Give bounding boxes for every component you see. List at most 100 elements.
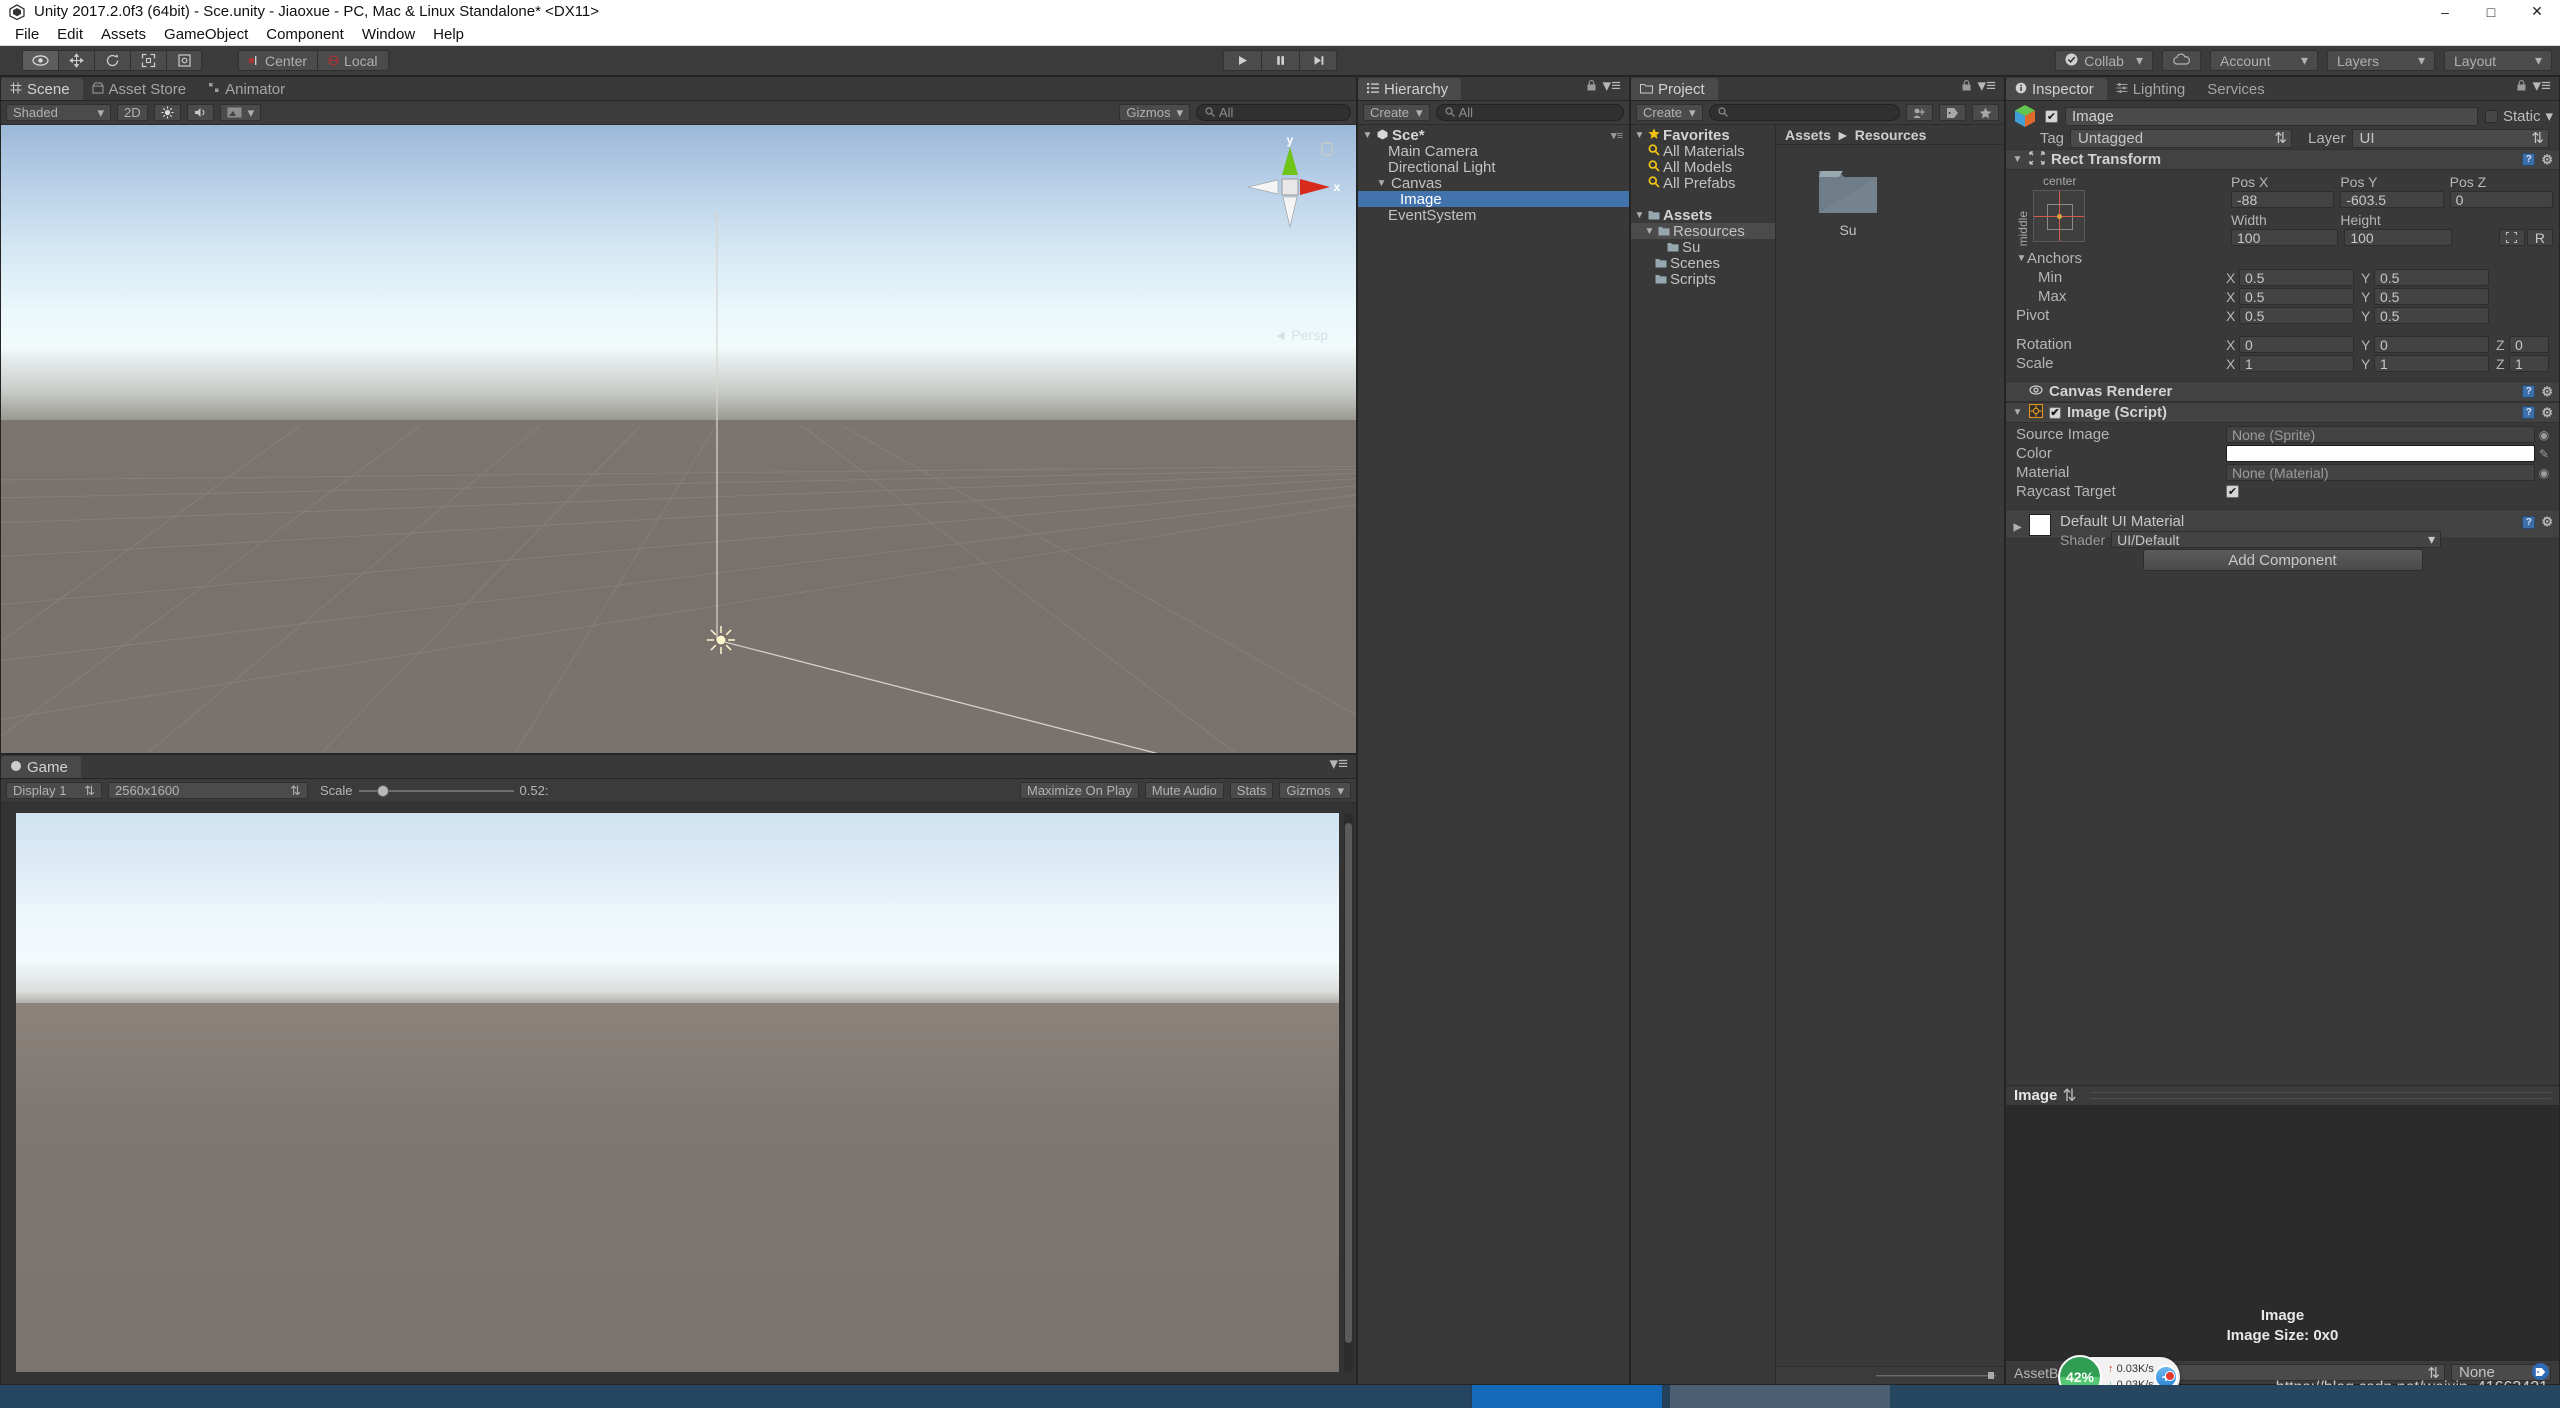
breadcrumb-assets[interactable]: Assets: [1785, 127, 1831, 143]
expand-arrow-icon[interactable]: ▼: [1376, 178, 1387, 189]
resolution-dropdown[interactable]: 2560x1600 ⇅: [108, 782, 308, 799]
collab-button[interactable]: Collab ▾: [2055, 50, 2153, 71]
menu-help[interactable]: Help: [424, 24, 473, 45]
component-header-image-script[interactable]: ▼ ✔ Image (Script) ? ⚙: [2006, 402, 2559, 423]
hierarchy-item-eventsystem[interactable]: EventSystem: [1358, 207, 1629, 224]
scale-x-input[interactable]: 1: [2239, 355, 2354, 372]
mute-audio-button[interactable]: Mute Audio: [1144, 782, 1224, 799]
object-picker-icon[interactable]: ◉: [2535, 428, 2553, 442]
menu-file[interactable]: File: [6, 24, 48, 45]
preview-header[interactable]: Image ⇅: [2006, 1085, 2559, 1106]
account-button[interactable]: Account ▾: [2210, 50, 2318, 71]
tab-project[interactable]: Project: [1631, 78, 1718, 100]
rect-tool-button[interactable]: [166, 50, 202, 71]
rotation-y-input[interactable]: 0: [2374, 336, 2489, 353]
project-item-assets[interactable]: ▼ Assets: [1631, 207, 1775, 224]
anchor-min-y-input[interactable]: 0.5: [2374, 269, 2489, 286]
project-create-button[interactable]: Create ▾: [1636, 104, 1703, 121]
help-icon[interactable]: ?: [2522, 515, 2536, 529]
scene-viewport[interactable]: y x ◄ Persp: [1, 125, 1356, 753]
hierarchy-create-button[interactable]: Create ▾: [1363, 104, 1430, 121]
add-component-button[interactable]: Add Component: [2142, 549, 2423, 571]
scene-gizmos-dropdown[interactable]: Gizmos ▾: [1119, 104, 1190, 121]
rotation-x-input[interactable]: 0: [2239, 336, 2354, 353]
help-icon[interactable]: ?: [2522, 153, 2536, 166]
draw-mode-dropdown[interactable]: Shaded ▾: [6, 104, 111, 121]
label-tag-icon[interactable]: [2532, 1363, 2549, 1380]
close-button[interactable]: ✕: [2514, 0, 2560, 23]
color-swatch-field[interactable]: [2226, 445, 2535, 462]
tab-inspector[interactable]: Inspector: [2006, 78, 2107, 100]
inspector-panel-controls[interactable]: ▾≡: [2517, 77, 2551, 96]
gear-icon[interactable]: ⚙: [2541, 514, 2553, 530]
game-gizmos-dropdown[interactable]: Gizmos ▾: [1279, 782, 1351, 799]
source-image-object-field[interactable]: None (Sprite): [2226, 426, 2535, 443]
filter-by-type-button[interactable]: [1906, 104, 1933, 121]
minimize-button[interactable]: –: [2422, 0, 2468, 23]
tag-dropdown[interactable]: Untagged ⇅: [2070, 128, 2292, 148]
taskbar-active-window[interactable]: [1472, 1385, 1662, 1408]
object-picker-icon[interactable]: ◉: [2535, 466, 2553, 480]
component-tools[interactable]: ? ⚙: [2522, 384, 2553, 400]
move-tool-button[interactable]: [58, 50, 94, 71]
gear-icon[interactable]: ⚙: [2541, 405, 2553, 421]
hand-tool-button[interactable]: [22, 50, 58, 71]
tab-asset-store[interactable]: Asset Store: [83, 78, 200, 100]
menu-window[interactable]: Window: [353, 24, 424, 45]
maximize-on-play-button[interactable]: Maximize On Play: [1019, 782, 1139, 799]
scene-audio-toggle[interactable]: [186, 104, 214, 121]
project-item-resources[interactable]: ▼ Resources: [1631, 223, 1775, 240]
pivot-x-input[interactable]: 0.5: [2239, 307, 2354, 324]
expand-arrow-icon[interactable]: ▼: [1362, 130, 1373, 141]
material-object-field[interactable]: None (Material): [2226, 464, 2535, 481]
help-icon[interactable]: ?: [2522, 406, 2536, 419]
pos-x-input[interactable]: -88: [2231, 191, 2335, 208]
rotation-z-input[interactable]: 0: [2509, 336, 2549, 353]
component-header-material[interactable]: ▶ Default UI Material Shader UI/Default …: [2006, 509, 2559, 548]
hierarchy-search-input[interactable]: All: [1435, 104, 1624, 121]
anchor-max-y-input[interactable]: 0.5: [2374, 288, 2489, 305]
menu-assets[interactable]: Assets: [92, 24, 155, 45]
width-input[interactable]: 100: [2231, 229, 2339, 246]
tab-services[interactable]: Services: [2198, 78, 2278, 100]
project-item-all-models[interactable]: All Models: [1631, 159, 1775, 176]
pos-z-input[interactable]: 0: [2449, 191, 2553, 208]
step-button[interactable]: [1299, 50, 1337, 71]
help-icon[interactable]: ?: [2522, 385, 2536, 398]
project-item-su[interactable]: Su: [1631, 239, 1775, 256]
hierarchy-panel-controls[interactable]: ▾≡: [1587, 77, 1621, 96]
chevron-down-icon[interactable]: ▾: [2545, 107, 2553, 125]
blueprint-mode-button[interactable]: [2498, 229, 2525, 246]
stats-button[interactable]: Stats: [1229, 782, 1274, 799]
updown-icon[interactable]: ⇅: [2062, 1086, 2076, 1106]
expand-arrow-icon[interactable]: ▼: [1634, 130, 1645, 141]
raw-edit-mode-button[interactable]: R: [2526, 229, 2553, 246]
menu-gameobject[interactable]: GameObject: [155, 24, 257, 45]
hierarchy-tree[interactable]: ▼ Sce* ▾≡ Main Camera Directional Light …: [1358, 125, 1629, 1384]
collapse-arrow-icon[interactable]: ▼: [2012, 154, 2023, 165]
pivot-mode-button[interactable]: Center: [238, 50, 318, 71]
menu-edit[interactable]: Edit: [48, 24, 92, 45]
hierarchy-item-image[interactable]: Image: [1358, 191, 1629, 208]
scene-perspective-label[interactable]: ◄ Persp: [1274, 327, 1328, 343]
raycast-target-checkbox[interactable]: ✔: [2226, 485, 2239, 498]
project-item-favorites[interactable]: ▼ Favorites: [1631, 127, 1775, 144]
scene-lighting-toggle[interactable]: [153, 104, 181, 121]
anchor-preset-preview[interactable]: [2033, 190, 2085, 242]
project-item-scripts[interactable]: Scripts: [1631, 271, 1775, 288]
breadcrumb-resources[interactable]: Resources: [1855, 127, 1927, 143]
pause-button[interactable]: [1261, 50, 1299, 71]
component-tools[interactable]: ? ⚙: [2522, 152, 2553, 168]
project-panel-controls[interactable]: ▾≡: [1962, 77, 1996, 96]
scale-tool-button[interactable]: [130, 50, 166, 71]
object-enabled-checkbox[interactable]: ✔: [2045, 109, 2058, 123]
hierarchy-item-directional-light[interactable]: Directional Light: [1358, 159, 1629, 176]
display-dropdown[interactable]: Display 1 ⇅: [6, 782, 102, 799]
hierarchy-item-canvas[interactable]: ▼ Canvas: [1358, 175, 1629, 192]
pos-y-input[interactable]: -603.5: [2340, 191, 2444, 208]
tab-hierarchy[interactable]: Hierarchy: [1358, 78, 1462, 100]
collapse-arrow-icon[interactable]: ▶: [2012, 522, 2023, 533]
collapse-arrow-icon[interactable]: ▼: [2012, 407, 2023, 418]
project-item-scenes[interactable]: Scenes: [1631, 255, 1775, 272]
asset-item-su[interactable]: Su: [1798, 165, 1898, 238]
